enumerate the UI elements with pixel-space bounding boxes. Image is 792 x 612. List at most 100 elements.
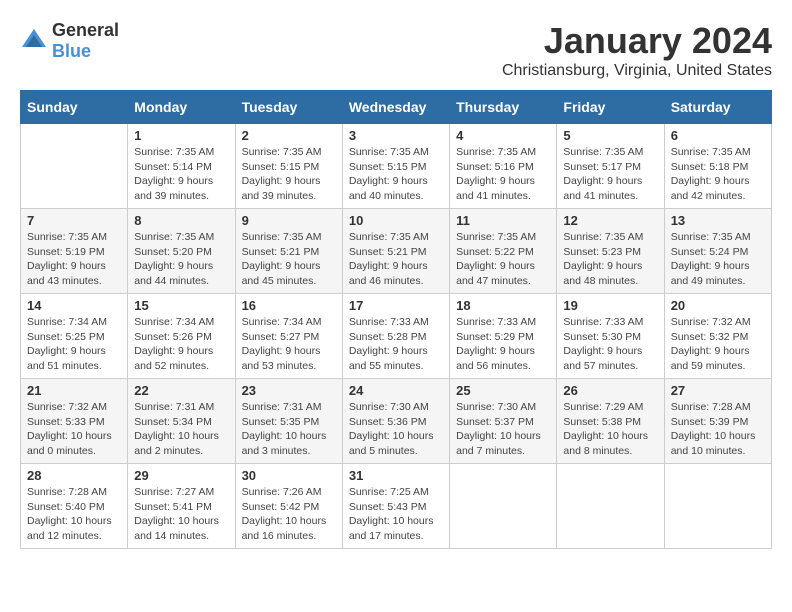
table-cell: 27 Sunrise: 7:28 AMSunset: 5:39 PMDayligh… <box>664 379 771 464</box>
calendar-table: Sunday Monday Tuesday Wednesday Thursday… <box>20 90 772 549</box>
day-number: 16 <box>242 298 336 313</box>
table-cell: 12 Sunrise: 7:35 AMSunset: 5:23 PMDayligh… <box>557 209 664 294</box>
logo-general: General <box>52 20 119 40</box>
col-tuesday: Tuesday <box>235 91 342 124</box>
table-cell: 3 Sunrise: 7:35 AMSunset: 5:15 PMDaylight… <box>342 124 449 209</box>
table-cell: 7 Sunrise: 7:35 AMSunset: 5:19 PMDaylight… <box>21 209 128 294</box>
table-cell: 2Sunrise: 7:35 AMSunset: 5:15 PMDaylight… <box>235 124 342 209</box>
day-number: 29 <box>134 468 228 483</box>
day-info: Sunrise: 7:34 AMSunset: 5:25 PMDaylight:… <box>27 315 121 374</box>
calendar-header-row: Sunday Monday Tuesday Wednesday Thursday… <box>21 91 772 124</box>
col-sunday: Sunday <box>21 91 128 124</box>
table-cell <box>21 124 128 209</box>
day-number: 7 <box>27 213 121 228</box>
day-info: Sunrise: 7:29 AMSunset: 5:38 PMDaylight:… <box>563 400 657 459</box>
table-cell: 6 Sunrise: 7:35 AMSunset: 5:18 PMDaylight… <box>664 124 771 209</box>
day-number: 18 <box>456 298 550 313</box>
day-number: 14 <box>27 298 121 313</box>
day-info: Sunrise: 7:35 AMSunset: 5:14 PMDaylight:… <box>134 145 228 204</box>
day-number: 30 <box>242 468 336 483</box>
day-info: Sunrise: 7:31 AMSunset: 5:35 PMDaylight:… <box>242 400 336 459</box>
day-number: 20 <box>671 298 765 313</box>
table-cell: 26 Sunrise: 7:29 AMSunset: 5:38 PMDayligh… <box>557 379 664 464</box>
table-cell <box>664 464 771 549</box>
table-cell: 9Sunrise: 7:35 AMSunset: 5:21 PMDaylight… <box>235 209 342 294</box>
table-cell: 10 Sunrise: 7:35 AMSunset: 5:21 PMDayligh… <box>342 209 449 294</box>
table-cell: 25Sunrise: 7:30 AMSunset: 5:37 PMDayligh… <box>450 379 557 464</box>
day-info: Sunrise: 7:28 AMSunset: 5:39 PMDaylight:… <box>671 400 765 459</box>
day-number: 1 <box>134 128 228 143</box>
day-info: Sunrise: 7:35 AMSunset: 5:19 PMDaylight:… <box>27 230 121 289</box>
day-info: Sunrise: 7:30 AMSunset: 5:36 PMDaylight:… <box>349 400 443 459</box>
day-info: Sunrise: 7:35 AMSunset: 5:18 PMDaylight:… <box>671 145 765 204</box>
day-number: 13 <box>671 213 765 228</box>
day-number: 8 <box>134 213 228 228</box>
col-wednesday: Wednesday <box>342 91 449 124</box>
table-cell: 11 Sunrise: 7:35 AMSunset: 5:22 PMDayligh… <box>450 209 557 294</box>
calendar-week-5: 28Sunrise: 7:28 AMSunset: 5:40 PMDayligh… <box>21 464 772 549</box>
day-number: 25 <box>456 383 550 398</box>
day-info: Sunrise: 7:35 AMSunset: 5:22 PMDaylight:… <box>456 230 550 289</box>
calendar-week-3: 14 Sunrise: 7:34 AMSunset: 5:25 PMDayligh… <box>21 294 772 379</box>
table-cell: 22Sunrise: 7:31 AMSunset: 5:34 PMDayligh… <box>128 379 235 464</box>
day-number: 17 <box>349 298 443 313</box>
day-info: Sunrise: 7:32 AMSunset: 5:33 PMDaylight:… <box>27 400 121 459</box>
table-cell: 17 Sunrise: 7:33 AMSunset: 5:28 PMDayligh… <box>342 294 449 379</box>
day-info: Sunrise: 7:28 AMSunset: 5:40 PMDaylight:… <box>27 485 121 544</box>
page-subtitle: Christiansburg, Virginia, United States <box>502 62 772 80</box>
title-section: January 2024 Christiansburg, Virginia, U… <box>502 20 772 80</box>
day-info: Sunrise: 7:32 AMSunset: 5:32 PMDaylight:… <box>671 315 765 374</box>
day-info: Sunrise: 7:34 AMSunset: 5:27 PMDaylight:… <box>242 315 336 374</box>
table-cell: 19Sunrise: 7:33 AMSunset: 5:30 PMDayligh… <box>557 294 664 379</box>
day-info: Sunrise: 7:35 AMSunset: 5:23 PMDaylight:… <box>563 230 657 289</box>
day-info: Sunrise: 7:35 AMSunset: 5:24 PMDaylight:… <box>671 230 765 289</box>
table-cell: 31Sunrise: 7:25 AMSunset: 5:43 PMDayligh… <box>342 464 449 549</box>
col-monday: Monday <box>128 91 235 124</box>
day-info: Sunrise: 7:35 AMSunset: 5:16 PMDaylight:… <box>456 145 550 204</box>
table-cell: 30 Sunrise: 7:26 AMSunset: 5:42 PMDayligh… <box>235 464 342 549</box>
day-info: Sunrise: 7:26 AMSunset: 5:42 PMDaylight:… <box>242 485 336 544</box>
day-info: Sunrise: 7:31 AMSunset: 5:34 PMDaylight:… <box>134 400 228 459</box>
col-saturday: Saturday <box>664 91 771 124</box>
day-info: Sunrise: 7:33 AMSunset: 5:28 PMDaylight:… <box>349 315 443 374</box>
day-number: 26 <box>563 383 657 398</box>
day-number: 12 <box>563 213 657 228</box>
logo-blue: Blue <box>52 41 91 61</box>
day-number: 10 <box>349 213 443 228</box>
day-info: Sunrise: 7:35 AMSunset: 5:15 PMDaylight:… <box>242 145 336 204</box>
day-number: 6 <box>671 128 765 143</box>
table-cell: 14 Sunrise: 7:34 AMSunset: 5:25 PMDayligh… <box>21 294 128 379</box>
table-cell <box>557 464 664 549</box>
day-info: Sunrise: 7:35 AMSunset: 5:21 PMDaylight:… <box>349 230 443 289</box>
table-cell: 28Sunrise: 7:28 AMSunset: 5:40 PMDayligh… <box>21 464 128 549</box>
table-cell <box>450 464 557 549</box>
page-header: General Blue January 2024 Christiansburg… <box>20 20 772 80</box>
day-info: Sunrise: 7:33 AMSunset: 5:30 PMDaylight:… <box>563 315 657 374</box>
logo-text: General Blue <box>52 20 119 62</box>
table-cell: 18 Sunrise: 7:33 AMSunset: 5:29 PMDayligh… <box>450 294 557 379</box>
day-number: 21 <box>27 383 121 398</box>
day-number: 27 <box>671 383 765 398</box>
day-info: Sunrise: 7:35 AMSunset: 5:17 PMDaylight:… <box>563 145 657 204</box>
day-info: Sunrise: 7:35 AMSunset: 5:21 PMDaylight:… <box>242 230 336 289</box>
table-cell: 8Sunrise: 7:35 AMSunset: 5:20 PMDaylight… <box>128 209 235 294</box>
day-number: 11 <box>456 213 550 228</box>
day-info: Sunrise: 7:34 AMSunset: 5:26 PMDaylight:… <box>134 315 228 374</box>
day-number: 31 <box>349 468 443 483</box>
calendar-week-1: 1 Sunrise: 7:35 AMSunset: 5:14 PMDaylight… <box>21 124 772 209</box>
day-number: 15 <box>134 298 228 313</box>
table-cell: 23Sunrise: 7:31 AMSunset: 5:35 PMDayligh… <box>235 379 342 464</box>
table-cell: 13 Sunrise: 7:35 AMSunset: 5:24 PMDayligh… <box>664 209 771 294</box>
table-cell: 15 Sunrise: 7:34 AMSunset: 5:26 PMDayligh… <box>128 294 235 379</box>
col-friday: Friday <box>557 91 664 124</box>
logo: General Blue <box>20 20 119 62</box>
calendar-week-4: 21 Sunrise: 7:32 AMSunset: 5:33 PMDayligh… <box>21 379 772 464</box>
table-cell: 4Sunrise: 7:35 AMSunset: 5:16 PMDaylight… <box>450 124 557 209</box>
calendar-week-2: 7 Sunrise: 7:35 AMSunset: 5:19 PMDaylight… <box>21 209 772 294</box>
table-cell: 24Sunrise: 7:30 AMSunset: 5:36 PMDayligh… <box>342 379 449 464</box>
day-info: Sunrise: 7:35 AMSunset: 5:15 PMDaylight:… <box>349 145 443 204</box>
logo-icon <box>20 27 48 55</box>
day-info: Sunrise: 7:33 AMSunset: 5:29 PMDaylight:… <box>456 315 550 374</box>
col-thursday: Thursday <box>450 91 557 124</box>
day-number: 3 <box>349 128 443 143</box>
